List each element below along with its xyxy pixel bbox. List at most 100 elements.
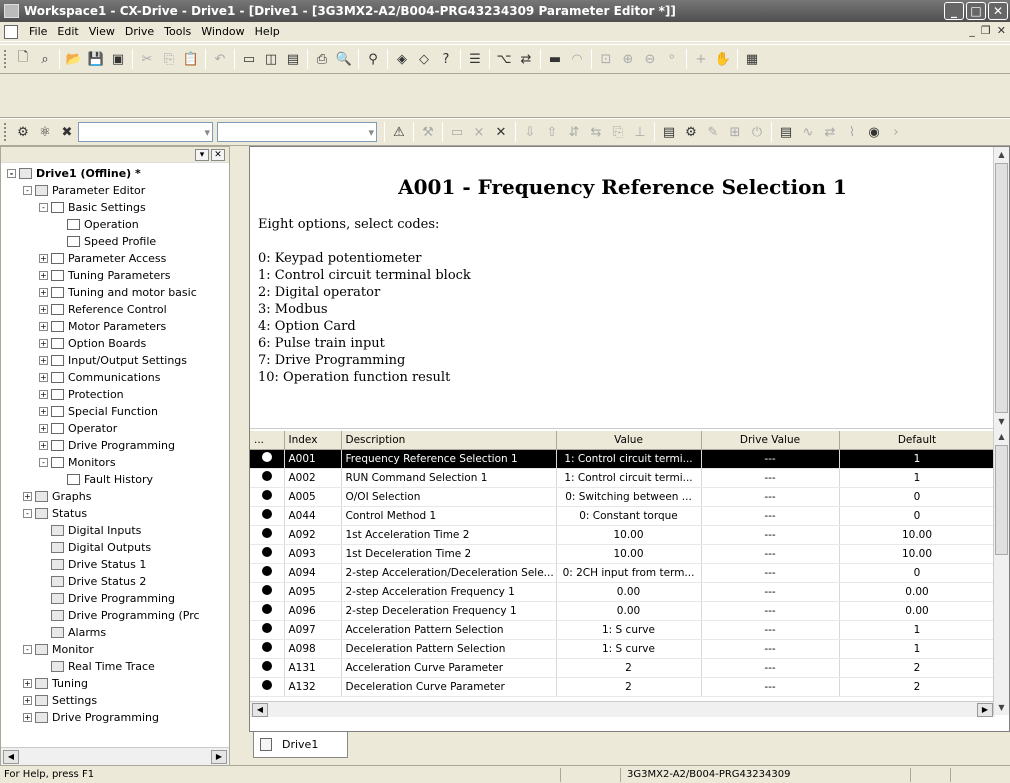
drive-tools-icon[interactable]: ✎ xyxy=(702,122,724,142)
cell-value[interactable]: 0: Switching between ... xyxy=(556,487,702,507)
tree-node[interactable]: + Special Function xyxy=(1,403,229,420)
zoom-in-icon[interactable]: ⊕ xyxy=(617,49,639,69)
expand-icon[interactable]: + xyxy=(23,713,32,722)
upload-icon[interactable]: ⇧ xyxy=(541,122,563,142)
cell-drive-value[interactable]: --- xyxy=(701,563,840,583)
scroll-right-icon[interactable]: ▶ xyxy=(211,749,227,764)
table-row[interactable]: A096 2-step Deceleration Frequency 1 0.00-… xyxy=(250,601,995,621)
grid-scroll-up-icon[interactable]: ▲ xyxy=(994,429,1009,444)
row-status-cell[interactable] xyxy=(250,563,285,583)
table-row[interactable]: A098 Deceleration Pattern Selection 1: S c… xyxy=(250,639,995,659)
cell-index[interactable]: A093 xyxy=(284,544,342,564)
table-row[interactable]: A094 2-step Acceleration/Deceleration Sel… xyxy=(250,563,995,583)
watch-icon[interactable]: ▤ xyxy=(282,49,304,69)
cell-description[interactable]: O/OI Selection xyxy=(341,487,557,507)
cell-value[interactable]: 1: Control circuit termi... xyxy=(556,468,702,488)
cell-description[interactable]: RUN Command Selection 1 xyxy=(341,468,557,488)
tree-node[interactable]: + Motor Parameters xyxy=(1,318,229,335)
scroll-up-icon[interactable]: ▲ xyxy=(994,147,1009,162)
cell-description[interactable]: Deceleration Curve Parameter xyxy=(341,677,557,697)
row-status-cell[interactable] xyxy=(250,677,285,697)
verify-icon[interactable]: ◇ xyxy=(413,49,435,69)
pane-close-button[interactable]: ✕ xyxy=(211,148,225,161)
cell-default[interactable]: 2 xyxy=(839,677,995,697)
binoculars-icon[interactable]: ⚲ xyxy=(362,49,384,69)
cell-index[interactable]: A044 xyxy=(284,506,342,526)
row-status-cell[interactable] xyxy=(250,449,285,469)
cell-default[interactable]: 1 xyxy=(839,449,995,469)
notes-icon[interactable]: ▤ xyxy=(775,122,797,142)
undo-icon[interactable]: ↶ xyxy=(209,49,231,69)
maximize-button[interactable]: □ xyxy=(966,2,986,20)
row-status-cell[interactable] xyxy=(250,582,285,602)
mdi-restore-button[interactable]: ❐ xyxy=(981,24,991,37)
zoom-small-icon[interactable]: ᵒ xyxy=(661,49,683,69)
grid-hscrollbar[interactable]: ◀ ▶ xyxy=(250,701,995,717)
cursor-icon[interactable]: + xyxy=(690,49,712,69)
cell-default[interactable]: 0.00 xyxy=(839,601,995,621)
help-icon[interactable]: ? xyxy=(435,49,457,69)
expand-icon[interactable]: + xyxy=(39,305,48,314)
cell-drive-value[interactable]: --- xyxy=(701,544,840,564)
tree-node[interactable]: + Operator xyxy=(1,420,229,437)
menu-file[interactable]: File xyxy=(24,25,52,38)
tree-node[interactable]: Digital Inputs xyxy=(1,522,229,539)
row-status-cell[interactable] xyxy=(250,506,285,526)
grid-scroll-left-icon[interactable]: ◀ xyxy=(252,702,268,717)
tree-node[interactable]: Drive Status 2 xyxy=(1,573,229,590)
scroll-thumb[interactable] xyxy=(995,163,1008,413)
drive-combo[interactable]: ▾ xyxy=(78,122,213,142)
table-row[interactable]: A093 1st Deceleration Time 2 10.00 --- 10.00 xyxy=(250,544,995,564)
column-header[interactable]: Drive Value xyxy=(701,431,840,450)
row-status-cell[interactable] xyxy=(250,468,285,488)
cell-index[interactable]: A001 xyxy=(284,449,342,469)
cell-description[interactable]: 2-step Acceleration Frequency 1 xyxy=(341,582,557,602)
tree-node[interactable]: Drive Programming (Prc xyxy=(1,607,229,624)
toolbar-grip-2[interactable] xyxy=(4,123,8,141)
cell-value[interactable]: 2 xyxy=(556,658,702,678)
parameter-combo[interactable]: ▾ xyxy=(217,122,377,142)
row-status-cell[interactable] xyxy=(250,658,285,678)
tree-node[interactable]: Fault History xyxy=(1,471,229,488)
grid-scroll-thumb[interactable] xyxy=(995,445,1008,555)
cell-value[interactable]: 2 xyxy=(556,677,702,697)
cell-description[interactable]: Frequency Reference Selection 1 xyxy=(341,449,557,469)
pan-icon[interactable]: ✋ xyxy=(712,49,734,69)
cell-drive-value[interactable]: --- xyxy=(701,449,840,469)
cell-index[interactable]: A005 xyxy=(284,487,342,507)
expand-icon[interactable]: - xyxy=(23,186,32,195)
grid-scroll-right-icon[interactable]: ▶ xyxy=(977,702,993,717)
row-status-cell[interactable] xyxy=(250,544,285,564)
cell-index[interactable]: A131 xyxy=(284,658,342,678)
online-icon[interactable]: ⚙ xyxy=(12,122,34,142)
cell-index[interactable]: A094 xyxy=(284,563,342,583)
tree-node[interactable]: + Reference Control xyxy=(1,301,229,318)
cell-default[interactable]: 0 xyxy=(839,487,995,507)
cell-default[interactable]: 0 xyxy=(839,506,995,526)
cut-icon[interactable]: ✂ xyxy=(136,49,158,69)
row-status-cell[interactable] xyxy=(250,525,285,545)
tree-node[interactable]: + Input/Output Settings xyxy=(1,352,229,369)
delete-bold-icon[interactable]: ✕ xyxy=(490,122,512,142)
oscilloscope-icon[interactable]: ⌇ xyxy=(841,122,863,142)
menu-drive[interactable]: Drive xyxy=(120,25,159,38)
cell-default[interactable]: 1 xyxy=(839,639,995,659)
warning-icon[interactable]: ⚠ xyxy=(388,122,410,142)
zoom-box-icon[interactable]: ⊡ xyxy=(595,49,617,69)
close-button[interactable]: ✕ xyxy=(988,2,1008,20)
expand-icon[interactable]: - xyxy=(23,509,32,518)
cell-value[interactable]: 1: S curve xyxy=(556,639,702,659)
device-icon[interactable]: ▬ xyxy=(544,49,566,69)
cell-drive-value[interactable]: --- xyxy=(701,620,840,640)
tree-node[interactable]: + Drive Programming xyxy=(1,709,229,726)
table-row[interactable]: A044 Control Method 1 0: Constant torque --… xyxy=(250,506,995,526)
mdi-minimize-button[interactable]: _ xyxy=(969,24,975,37)
row-status-cell[interactable] xyxy=(250,601,285,621)
cell-index[interactable]: A096 xyxy=(284,601,342,621)
row-status-cell[interactable] xyxy=(250,639,285,659)
cell-value[interactable]: 0: Constant torque xyxy=(556,506,702,526)
cell-drive-value[interactable]: --- xyxy=(701,487,840,507)
toolbar-grip[interactable] xyxy=(4,50,8,68)
delete-icon[interactable]: × xyxy=(468,122,490,142)
download-icon[interactable]: ⇩ xyxy=(519,122,541,142)
